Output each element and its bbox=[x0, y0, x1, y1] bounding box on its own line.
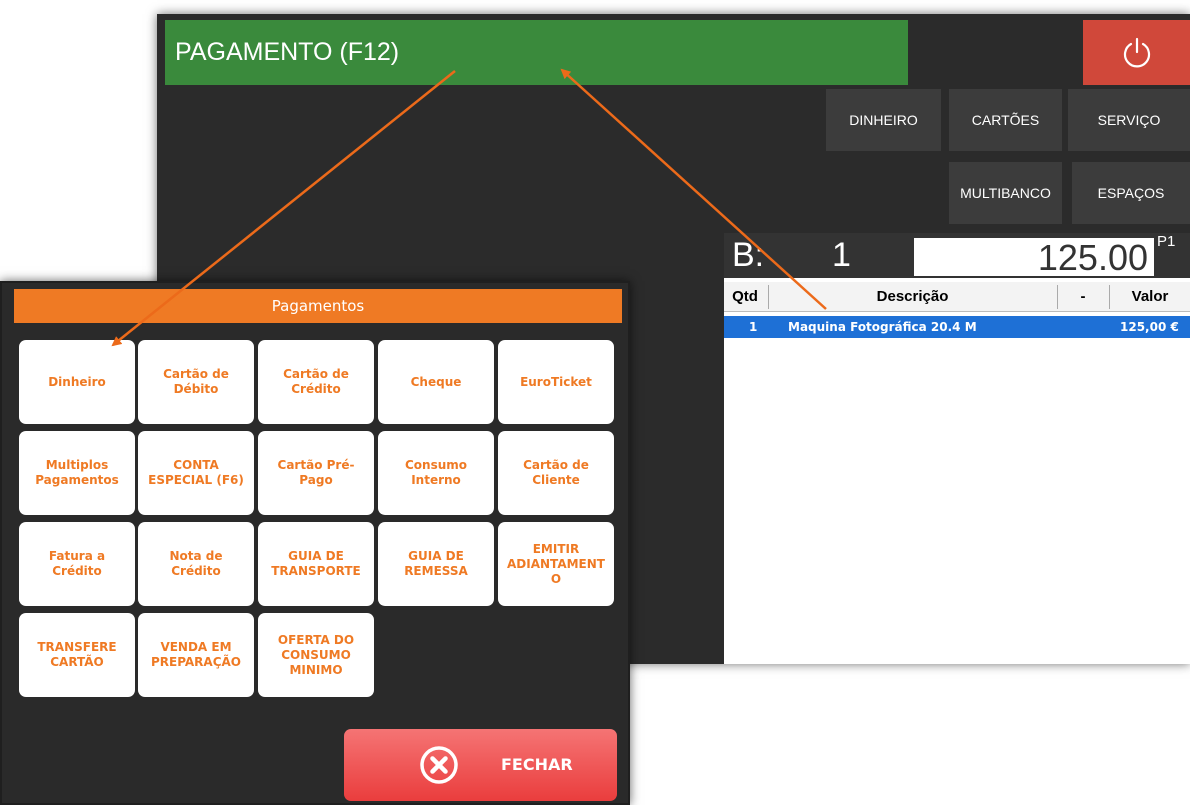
power-button[interactable] bbox=[1083, 20, 1190, 85]
payment-button-cartao-pre-pago[interactable]: Cartão Pré- Pago bbox=[258, 431, 374, 515]
column-header-valor[interactable]: Valor bbox=[1110, 282, 1190, 312]
payments-dialog: Pagamentos Dinheiro Cartão de Débito Car… bbox=[0, 281, 630, 805]
category-button-cartoes[interactable]: CARTÕES bbox=[949, 89, 1062, 151]
power-icon bbox=[1123, 37, 1150, 67]
column-header-qtd[interactable]: Qtd bbox=[724, 282, 766, 312]
row-value: 125,00 € bbox=[1120, 320, 1179, 334]
close-icon bbox=[420, 746, 458, 784]
payment-button-multiplos-pagamentos[interactable]: Multiplos Pagamentos bbox=[19, 431, 135, 515]
payment-button-cartao-debito[interactable]: Cartão de Débito bbox=[138, 340, 254, 424]
bill-prefix: B: bbox=[732, 236, 765, 274]
category-button-servico[interactable]: SERVIÇO bbox=[1068, 89, 1190, 151]
category-button-espacos[interactable]: ESPAÇOS bbox=[1072, 162, 1190, 224]
table-row[interactable]: 1 Maquina Fotográfica 20.4 M 125,00 € bbox=[724, 316, 1190, 338]
bill-header: B: 1 125.00 P1 bbox=[724, 233, 1190, 278]
column-header-descricao[interactable]: Descrição bbox=[769, 282, 1056, 312]
payment-button-cartao-cliente[interactable]: Cartão de Cliente bbox=[498, 431, 614, 515]
row-description: Maquina Fotográfica 20.4 M bbox=[788, 320, 977, 334]
payment-button-cheque[interactable]: Cheque bbox=[378, 340, 494, 424]
column-header-minus[interactable]: - bbox=[1058, 282, 1108, 312]
payment-button-guia-transporte[interactable]: GUIA DE TRANSPORTE bbox=[258, 522, 374, 606]
bill-panel: B: 1 125.00 P1 Qtd Descrição - Valor 1 M… bbox=[724, 233, 1190, 664]
bill-column-headers: Qtd Descrição - Valor bbox=[724, 282, 1190, 312]
payment-button-guia-remessa[interactable]: GUIA DE REMESSA bbox=[378, 522, 494, 606]
payment-button-oferta-consumo-minimo[interactable]: OFERTA DO CONSUMO MINIMO bbox=[258, 613, 374, 697]
payment-button-transfere-cartao[interactable]: TRANSFERE CARTÃO bbox=[19, 613, 135, 697]
payment-button-consumo-interno[interactable]: Consumo Interno bbox=[378, 431, 494, 515]
payment-button-dinheiro[interactable]: Dinheiro bbox=[19, 340, 135, 424]
payment-button-venda-preparacao[interactable]: VENDA EM PREPARAÇÃO bbox=[138, 613, 254, 697]
close-button[interactable]: FECHAR bbox=[344, 729, 617, 801]
close-button-label: FECHAR bbox=[501, 755, 573, 774]
bill-page: P1 bbox=[1157, 233, 1176, 250]
payment-button-fatura-credito[interactable]: Fatura a Crédito bbox=[19, 522, 135, 606]
payment-button-euroticket[interactable]: EuroTicket bbox=[498, 340, 614, 424]
payment-button-emitir-adiantamento[interactable]: EMITIR ADIANTAMENT O bbox=[498, 522, 614, 606]
window-title: PAGAMENTO (F12) bbox=[165, 20, 908, 85]
dialog-title: Pagamentos bbox=[14, 289, 622, 323]
bill-number: 1 bbox=[832, 236, 851, 274]
payment-button-conta-especial[interactable]: CONTA ESPECIAL (F6) bbox=[138, 431, 254, 515]
payment-button-nota-credito[interactable]: Nota de Crédito bbox=[138, 522, 254, 606]
payment-button-cartao-credito[interactable]: Cartão de Crédito bbox=[258, 340, 374, 424]
category-button-dinheiro[interactable]: DINHEIRO bbox=[826, 89, 941, 151]
row-qty: 1 bbox=[749, 320, 758, 334]
bill-total: 125.00 bbox=[914, 238, 1154, 278]
category-button-multibanco[interactable]: MULTIBANCO bbox=[949, 162, 1062, 224]
